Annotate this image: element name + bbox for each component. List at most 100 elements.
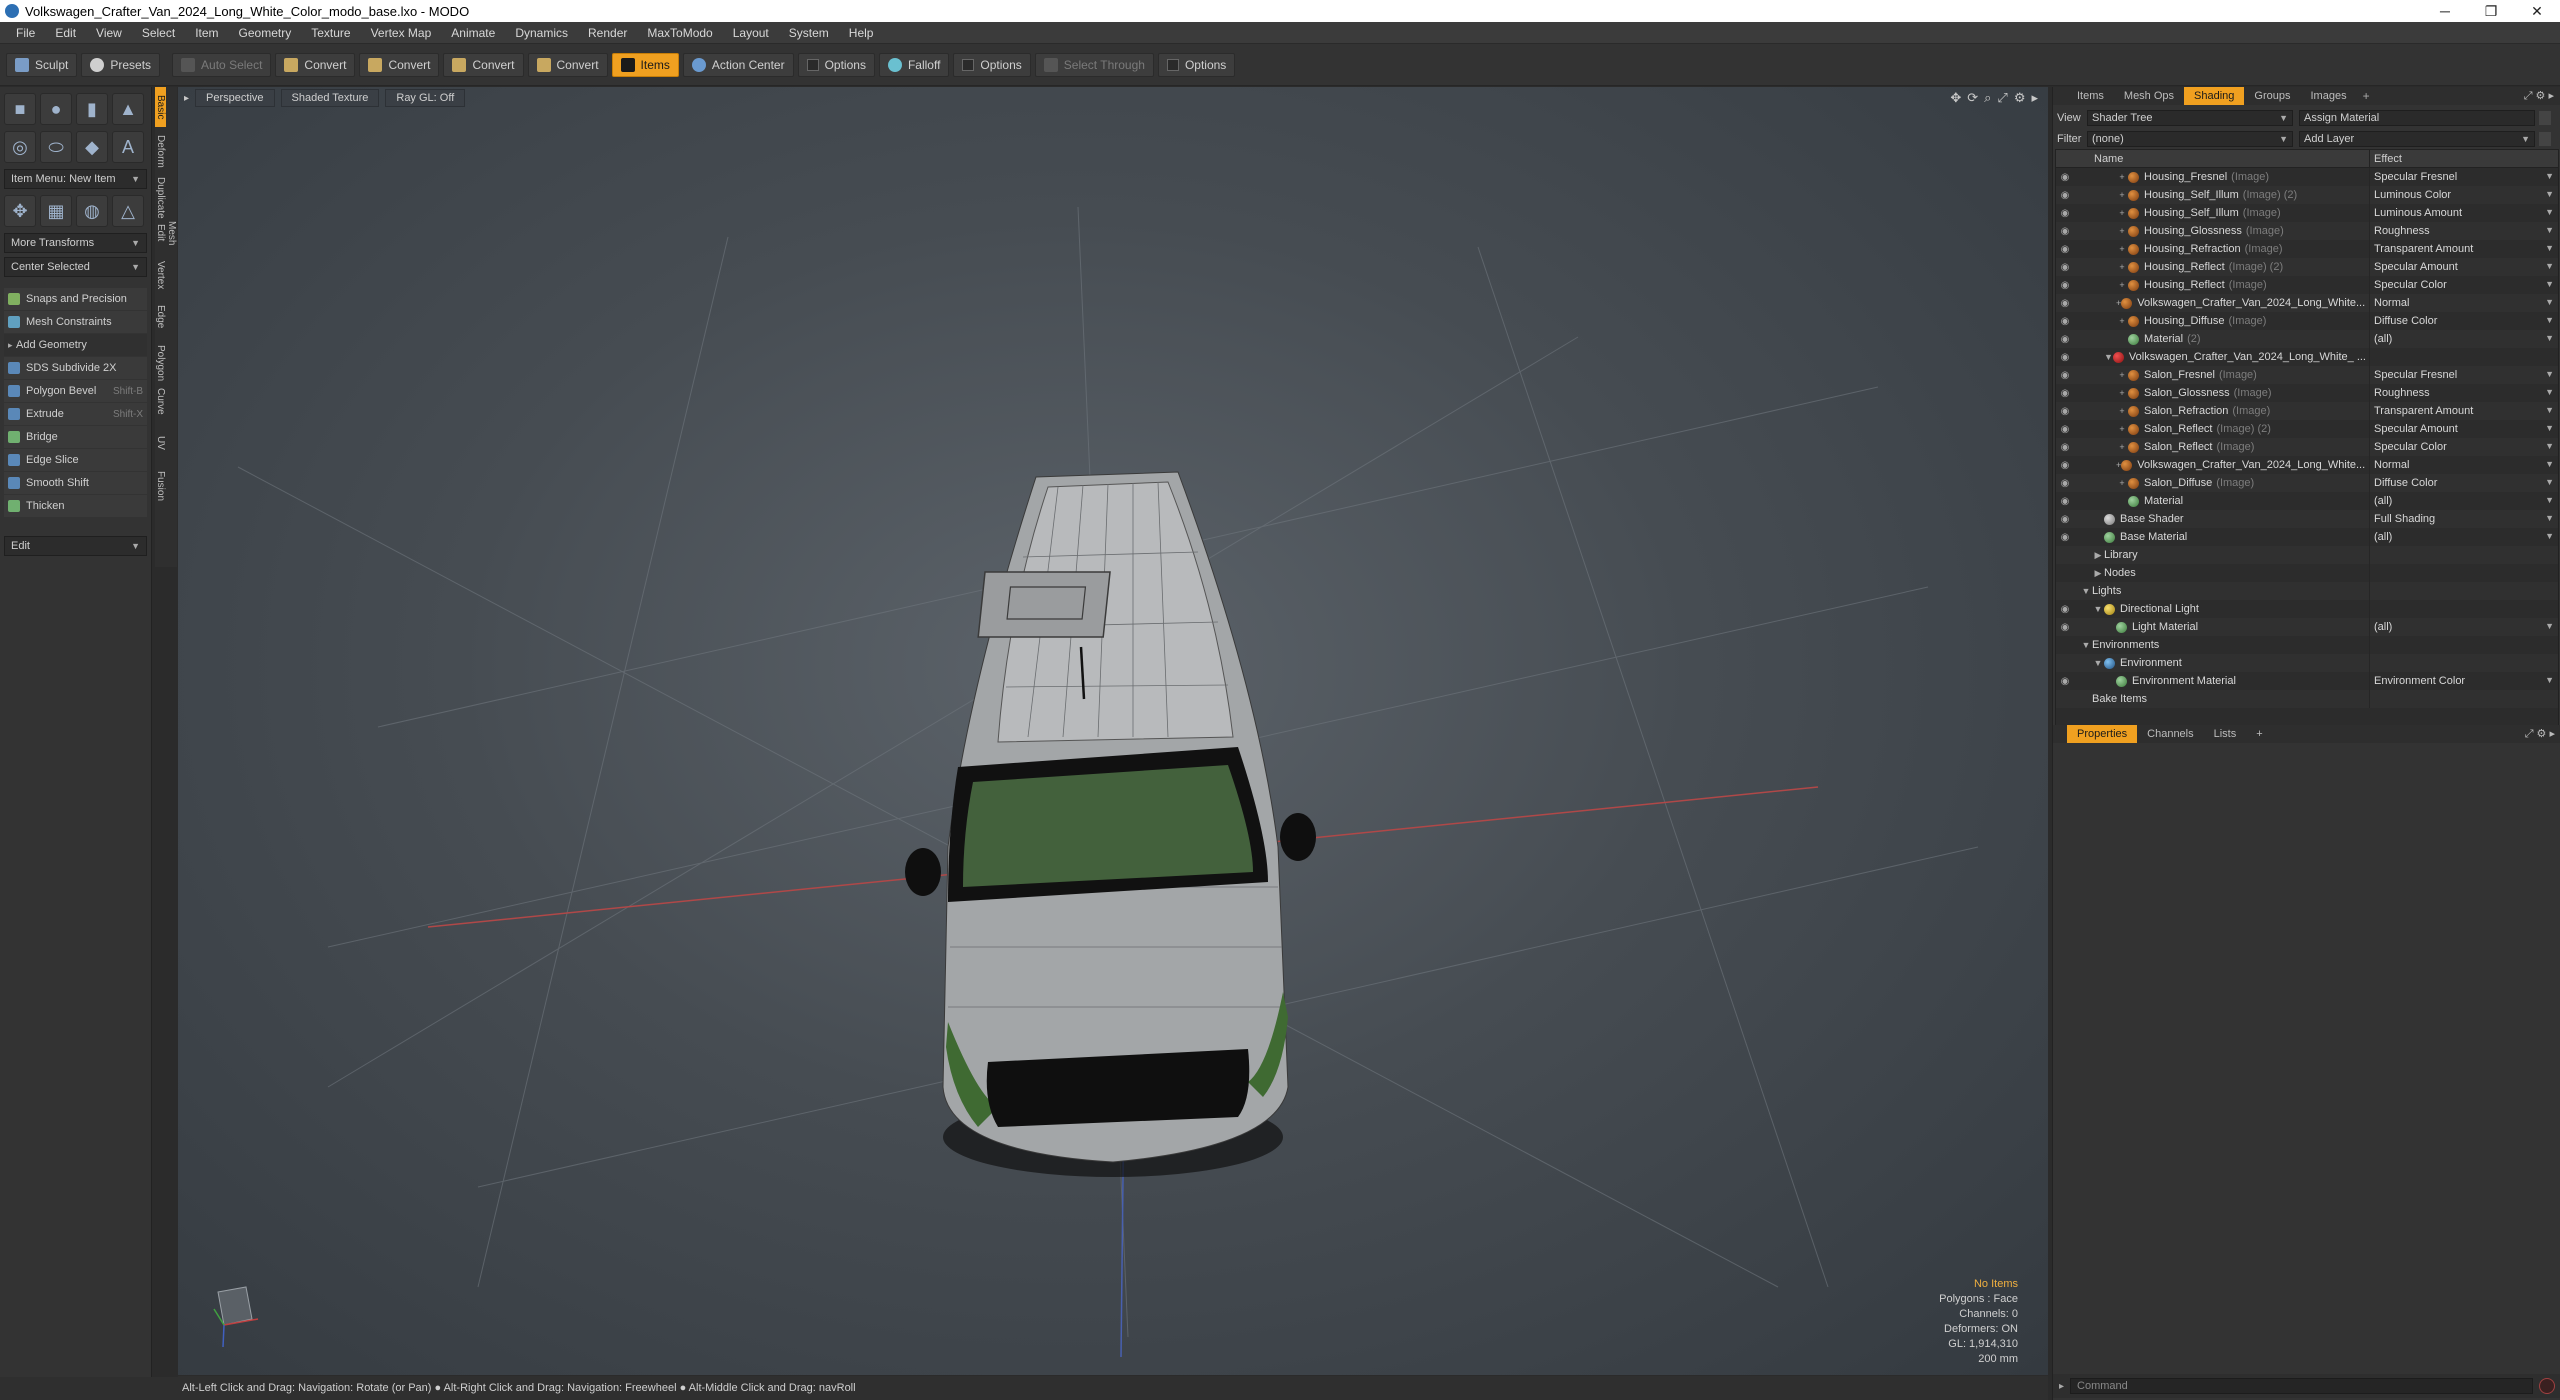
pyramid-icon[interactable]: △: [112, 195, 144, 227]
menu-edit[interactable]: Edit: [45, 26, 86, 40]
add-geometry-header[interactable]: ▸ Add Geometry: [4, 334, 147, 356]
expand-toggle-icon[interactable]: +: [2116, 478, 2128, 488]
expand-toggle-icon[interactable]: +: [2116, 280, 2128, 290]
row-effect-cell[interactable]: Specular Fresnel ▼: [2370, 171, 2558, 183]
falloff-button[interactable]: Falloff: [878, 52, 950, 77]
visibility-eye-icon[interactable]: ◉: [2056, 604, 2074, 615]
shader-tree-row[interactable]: ◉ Environment Material Environment Color ▼: [2056, 672, 2558, 690]
cube-primitive-icon[interactable]: ■: [4, 93, 36, 125]
expand-toggle-icon[interactable]: +: [2116, 226, 2128, 236]
visibility-eye-icon[interactable]: ◉: [2056, 514, 2074, 525]
convert-vertices-button[interactable]: Convert: [275, 52, 356, 77]
convert-edges-button[interactable]: Convert: [359, 52, 440, 77]
menu-layout[interactable]: Layout: [723, 26, 779, 40]
shading-mode-button[interactable]: Shaded Texture: [280, 89, 380, 107]
expand-toggle-icon[interactable]: +: [2116, 442, 2128, 452]
menu-view[interactable]: View: [86, 26, 132, 40]
gear-icon[interactable]: ⚙: [2014, 90, 2026, 106]
menu-help[interactable]: Help: [839, 26, 884, 40]
visibility-column-header[interactable]: [2056, 150, 2074, 167]
vtab-vertex[interactable]: Vertex: [155, 255, 166, 295]
tab-shading[interactable]: Shading: [2184, 87, 2245, 105]
expand-toggle-icon[interactable]: ▼: [2104, 352, 2113, 362]
row-effect-cell[interactable]: Diffuse Color ▼: [2370, 315, 2558, 327]
text-primitive-icon[interactable]: A: [112, 131, 144, 163]
shader-tree-row[interactable]: ◉ Light Material (all) ▼: [2056, 618, 2558, 636]
menu-select[interactable]: Select: [132, 26, 185, 40]
vtab-mesh-edit[interactable]: Mesh Edit: [155, 213, 177, 253]
row-effect-cell[interactable]: Specular Color ▼: [2370, 441, 2558, 453]
tool-edge-slice[interactable]: Edge Slice: [4, 449, 147, 471]
center-selected-dropdown[interactable]: Center Selected ▼: [4, 257, 147, 277]
row-effect-cell[interactable]: (all) ▼: [2370, 333, 2558, 345]
van-model[interactable]: [905, 471, 1316, 1177]
vtab-edge[interactable]: Edge: [155, 297, 166, 337]
vtab-curve[interactable]: Curve: [155, 381, 166, 421]
visibility-eye-icon[interactable]: ◉: [2056, 388, 2074, 399]
shader-tree-row[interactable]: ◉ Material (all) ▼: [2056, 492, 2558, 510]
visibility-eye-icon[interactable]: ◉: [2056, 424, 2074, 435]
visibility-eye-icon[interactable]: ◉: [2056, 352, 2074, 363]
expand-toggle-icon[interactable]: ▶: [2092, 550, 2104, 561]
action-center-options-button[interactable]: Options: [797, 52, 875, 77]
tab-items[interactable]: Items: [2067, 87, 2114, 105]
shader-tree-row[interactable]: ◉ + Salon_Glossness (Image) Roughness ▼: [2056, 384, 2558, 402]
action-center-button[interactable]: Action Center: [682, 52, 794, 77]
chevron-right-icon[interactable]: ▸: [2031, 90, 2038, 106]
expand-toggle-icon[interactable]: +: [2116, 172, 2128, 182]
filter-dropdown[interactable]: (none) ▼: [2087, 130, 2293, 147]
shader-tree-row[interactable]: ◉ + Housing_Reflect (Image) Specular Color ▼: [2056, 276, 2558, 294]
select-through-options-button[interactable]: Options: [1157, 52, 1236, 77]
menu-geometry[interactable]: Geometry: [229, 26, 302, 40]
visibility-eye-icon[interactable]: ◉: [2056, 244, 2074, 255]
falloff-options-button[interactable]: Options: [953, 52, 1031, 77]
visibility-eye-icon[interactable]: ◉: [2056, 262, 2074, 273]
menu-texture[interactable]: Texture: [301, 26, 360, 40]
expand-toggle-icon[interactable]: +: [2116, 262, 2128, 272]
maximize-button[interactable]: ❐: [2468, 0, 2514, 22]
expand-toggle-icon[interactable]: ▼: [2092, 604, 2104, 614]
visibility-eye-icon[interactable]: ◉: [2056, 622, 2074, 633]
visibility-eye-icon[interactable]: ◉: [2056, 460, 2074, 471]
row-effect-cell[interactable]: Luminous Amount ▼: [2370, 207, 2558, 219]
menu-vertex-map[interactable]: Vertex Map: [361, 26, 442, 40]
expand-toggle-icon[interactable]: +: [2116, 370, 2128, 380]
visibility-eye-icon[interactable]: ◉: [2056, 676, 2074, 687]
shader-tree-row[interactable]: ◉ + Housing_Self_Illum (Image) Luminous Amou…: [2056, 204, 2558, 222]
visibility-eye-icon[interactable]: ◉: [2056, 496, 2074, 507]
vtab-polygon[interactable]: Polygon: [155, 339, 166, 381]
row-effect-cell[interactable]: Normal ▼: [2370, 297, 2558, 309]
shader-tree-row[interactable]: ◉ + Housing_Fresnel (Image) Specular Fresnel…: [2056, 168, 2558, 186]
vtab-basic[interactable]: Basic: [155, 87, 166, 127]
cone-primitive-icon[interactable]: ▲: [112, 93, 144, 125]
row-effect-cell[interactable]: (all) ▼: [2370, 621, 2558, 633]
menu-animate[interactable]: Animate: [441, 26, 505, 40]
edit-dropdown[interactable]: Edit ▼: [4, 536, 147, 556]
visibility-eye-icon[interactable]: ◉: [2056, 226, 2074, 237]
expand-toggle-icon[interactable]: +: [2116, 190, 2128, 200]
expand-toggle-icon[interactable]: +: [2116, 316, 2128, 326]
shader-tree-row[interactable]: ▼ Environments: [2056, 636, 2558, 654]
chevron-right-icon[interactable]: ▸: [2059, 1381, 2064, 1392]
visibility-eye-icon[interactable]: ◉: [2056, 478, 2074, 489]
snaps-precision-button[interactable]: Snaps and Precision: [4, 288, 147, 310]
capsule-primitive-icon[interactable]: ⬭: [40, 131, 72, 163]
shader-tree-row[interactable]: ◉ Base Material (all) ▼: [2056, 528, 2558, 546]
menu-item[interactable]: Item: [185, 26, 228, 40]
expand-toggle-icon[interactable]: +: [2116, 424, 2128, 434]
shader-tree-row[interactable]: ◉ + Salon_Diffuse (Image) Diffuse Color ▼: [2056, 474, 2558, 492]
shader-tree-row[interactable]: ▼ Environment: [2056, 654, 2558, 672]
row-effect-cell[interactable]: Specular Amount ▼: [2370, 423, 2558, 435]
rotate-icon[interactable]: ⟳: [1967, 90, 1978, 106]
maximize-view-icon[interactable]: ⤢: [1997, 90, 2007, 106]
add-layer-dropdown[interactable]: Add Layer ▼: [2299, 130, 2535, 147]
vtab-fusion[interactable]: Fusion: [155, 465, 166, 505]
view-type-button[interactable]: Perspective: [195, 89, 275, 107]
tab-properties[interactable]: Properties: [2067, 725, 2138, 743]
tool-bridge[interactable]: Bridge: [4, 426, 147, 448]
shader-tree-row[interactable]: ▶ Nodes: [2056, 564, 2558, 582]
menu-dynamics[interactable]: Dynamics: [505, 26, 578, 40]
row-effect-cell[interactable]: Luminous Color ▼: [2370, 189, 2558, 201]
select-through-button[interactable]: Select Through: [1034, 52, 1154, 77]
vtab-duplicate[interactable]: Duplicate: [155, 171, 166, 219]
